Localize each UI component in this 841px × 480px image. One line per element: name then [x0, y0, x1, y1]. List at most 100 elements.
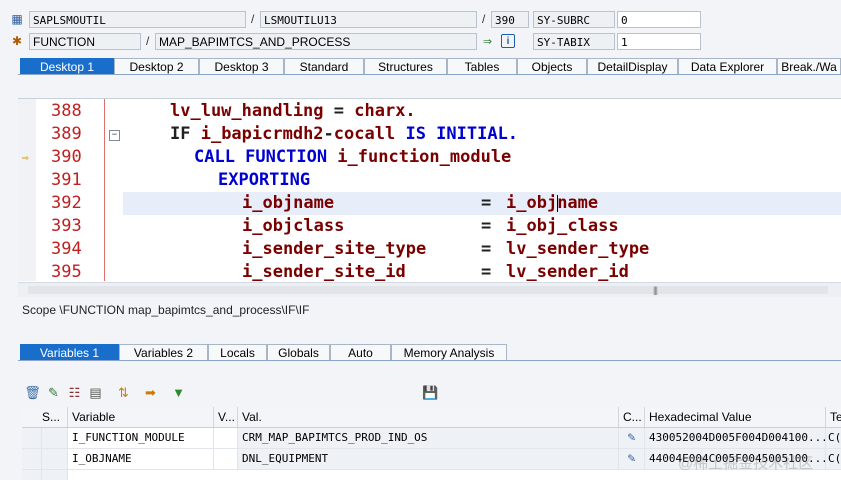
tab-variables-2[interactable]: Variables 2 [119, 344, 208, 360]
delete-icon[interactable]: 🗑 [24, 384, 41, 401]
code-line-393[interactable]: 393 i_objclass = i_obj_class [18, 215, 841, 238]
code-token: = [323, 101, 355, 121]
col-header-hex[interactable]: Hexadecimal Value [645, 407, 826, 427]
code-token: i_obj [506, 193, 558, 213]
variable-cell[interactable]: I_FUNCTION_MODULE [68, 428, 214, 448]
code-line-390[interactable]: ⇨ 390 CALL FUNCTION i_function_module [18, 146, 841, 169]
separator-slash: / [482, 12, 486, 26]
row-selector[interactable] [22, 449, 42, 469]
scrollbar-thumb[interactable] [28, 286, 828, 294]
tab-desktop-2[interactable]: Desktop 2 [114, 58, 199, 74]
code-token: i_function_module [337, 147, 512, 167]
text-cell: C( [826, 428, 841, 448]
sysfield-value-2[interactable]: 1 [617, 33, 701, 50]
save-icon[interactable]: 💾 [422, 384, 439, 401]
tab-standard[interactable]: Standard [284, 58, 364, 74]
code-text: i_objname [506, 192, 598, 215]
desktop-tabstrip: Desktop 1 Desktop 2 Desktop 3 Standard S… [18, 58, 841, 75]
delete-all-icon[interactable]: ☷ [66, 384, 83, 401]
transfer-icon[interactable]: ➡ [142, 384, 159, 401]
tab-memory-analysis[interactable]: Memory Analysis [391, 344, 507, 360]
grid-header: S... Variable V... Val. C... Hexadecimal… [22, 407, 841, 428]
current-line-arrow-icon: ⇨ [22, 151, 29, 164]
sysfield-name-2: SY-TABIX [533, 33, 615, 50]
code-line-392[interactable]: 392 i_objname = i_objname [18, 192, 841, 215]
tab-tables[interactable]: Tables [447, 58, 517, 74]
horizontal-scrollbar[interactable]: ||| [18, 282, 841, 297]
filter-icon[interactable]: ▼ [170, 384, 187, 401]
tab-breakpoints[interactable]: Break./Wa [777, 58, 841, 74]
code-token: CALL FUNCTION [194, 147, 338, 167]
text-cell: C( [826, 449, 841, 469]
code-line-388[interactable]: 388 lv_luw_handling = charx. [18, 100, 841, 123]
tab-objects[interactable]: Objects [517, 58, 587, 74]
code-editor[interactable]: 388 lv_luw_handling = charx. 389 − IF i_… [18, 98, 841, 297]
pencil-icon[interactable]: ✎ [619, 428, 645, 448]
line-number: 389 [51, 124, 82, 144]
info-icon[interactable]: i [501, 34, 515, 48]
code-text: i_objname [242, 192, 334, 215]
line-number-field: 390 [491, 11, 529, 28]
line-number: 393 [51, 216, 82, 236]
tab-desktop-1[interactable]: Desktop 1 [20, 58, 114, 74]
sysfield-value-1[interactable]: 0 [617, 11, 701, 28]
fold-collapse-icon[interactable]: − [109, 130, 120, 141]
tab-structures[interactable]: Structures [364, 58, 447, 74]
code-text: IF i_bapicrmdh2-cocall IS INITIAL. [170, 123, 518, 146]
code-text: EXPORTING [218, 169, 310, 192]
sort-icon[interactable]: ⇅ [115, 384, 132, 401]
code-token: = [481, 193, 492, 213]
code-token: IS INITIAL. [395, 124, 519, 144]
tab-detaildisplay[interactable]: DetailDisplay [587, 58, 678, 74]
tab-desktop-3[interactable]: Desktop 3 [199, 58, 284, 74]
col-header-status[interactable]: S... [22, 407, 68, 427]
code-token: i_sender_site_type [242, 239, 427, 259]
scrollbar-grip-icon: ||| [653, 285, 658, 295]
variables-tabstrip: Variables 1 Variables 2 Locals Globals A… [18, 344, 841, 361]
code-text: CALL FUNCTION i_function_module [194, 146, 511, 169]
function-name-field: MAP_BAPIMTCS_AND_PROCESS [155, 33, 477, 50]
sysfield-name-1: SY-SUBRC [533, 11, 615, 28]
code-text: i_objclass [242, 215, 344, 238]
code-line-389[interactable]: 389 − IF i_bapicrmdh2-cocall IS INITIAL. [18, 123, 841, 146]
code-token: charx. [354, 101, 416, 121]
col-header-value[interactable]: Val. [238, 407, 619, 427]
table-row[interactable]: I_FUNCTION_MODULE CRM_MAP_BAPIMTCS_PROD_… [22, 428, 841, 449]
navigate-icon[interactable]: ⇒ [480, 34, 495, 49]
value-cell[interactable]: CRM_MAP_BAPIMTCS_PROD_IND_OS [238, 428, 619, 448]
v-cell [214, 428, 238, 448]
line-number: 388 [51, 101, 82, 121]
code-token: i_objclass [242, 216, 345, 236]
col-header-variable[interactable]: Variable [68, 407, 214, 427]
code-line-391[interactable]: 391 EXPORTING [18, 169, 841, 192]
col-header-v[interactable]: V... [214, 407, 238, 427]
line-number: 392 [51, 193, 82, 213]
code-token: = [481, 216, 492, 236]
code-token: = [481, 262, 492, 281]
tab-auto[interactable]: Auto [330, 344, 391, 360]
code-line-395[interactable]: 395 i_sender_site_id = lv_sender_id [18, 261, 841, 281]
v-cell [214, 449, 238, 469]
insert-icon[interactable]: ▤ [87, 384, 104, 401]
hex-cell: 430052004D005F004D004100... [645, 428, 826, 448]
tab-variables-1[interactable]: Variables 1 [20, 344, 119, 360]
col-header-change[interactable]: C... [619, 407, 645, 427]
pencil-icon[interactable]: ✎ [619, 449, 645, 469]
col-header-text[interactable]: Te [826, 407, 841, 427]
change-variable-icon[interactable]: ✎ [45, 384, 62, 401]
function-icon: ✱ [11, 34, 23, 48]
row-selector[interactable] [22, 470, 42, 480]
tab-data-explorer[interactable]: Data Explorer [678, 58, 777, 74]
tab-locals[interactable]: Locals [208, 344, 267, 360]
row-selector[interactable] [22, 428, 42, 448]
code-token: name [557, 193, 599, 213]
code-token: lv_sender_id [506, 262, 629, 281]
include-field: LSMOUTILU13 [260, 11, 477, 28]
code-token: i_sender_site_id [242, 262, 406, 281]
code-line-394[interactable]: 394 i_sender_site_type = lv_sender_type [18, 238, 841, 261]
value-cell[interactable]: DNL_EQUIPMENT [238, 449, 619, 469]
tab-globals[interactable]: Globals [267, 344, 330, 360]
variable-cell[interactable]: I_OBJNAME [68, 449, 214, 469]
code-token: = [481, 239, 492, 259]
separator-slash: / [146, 34, 150, 48]
